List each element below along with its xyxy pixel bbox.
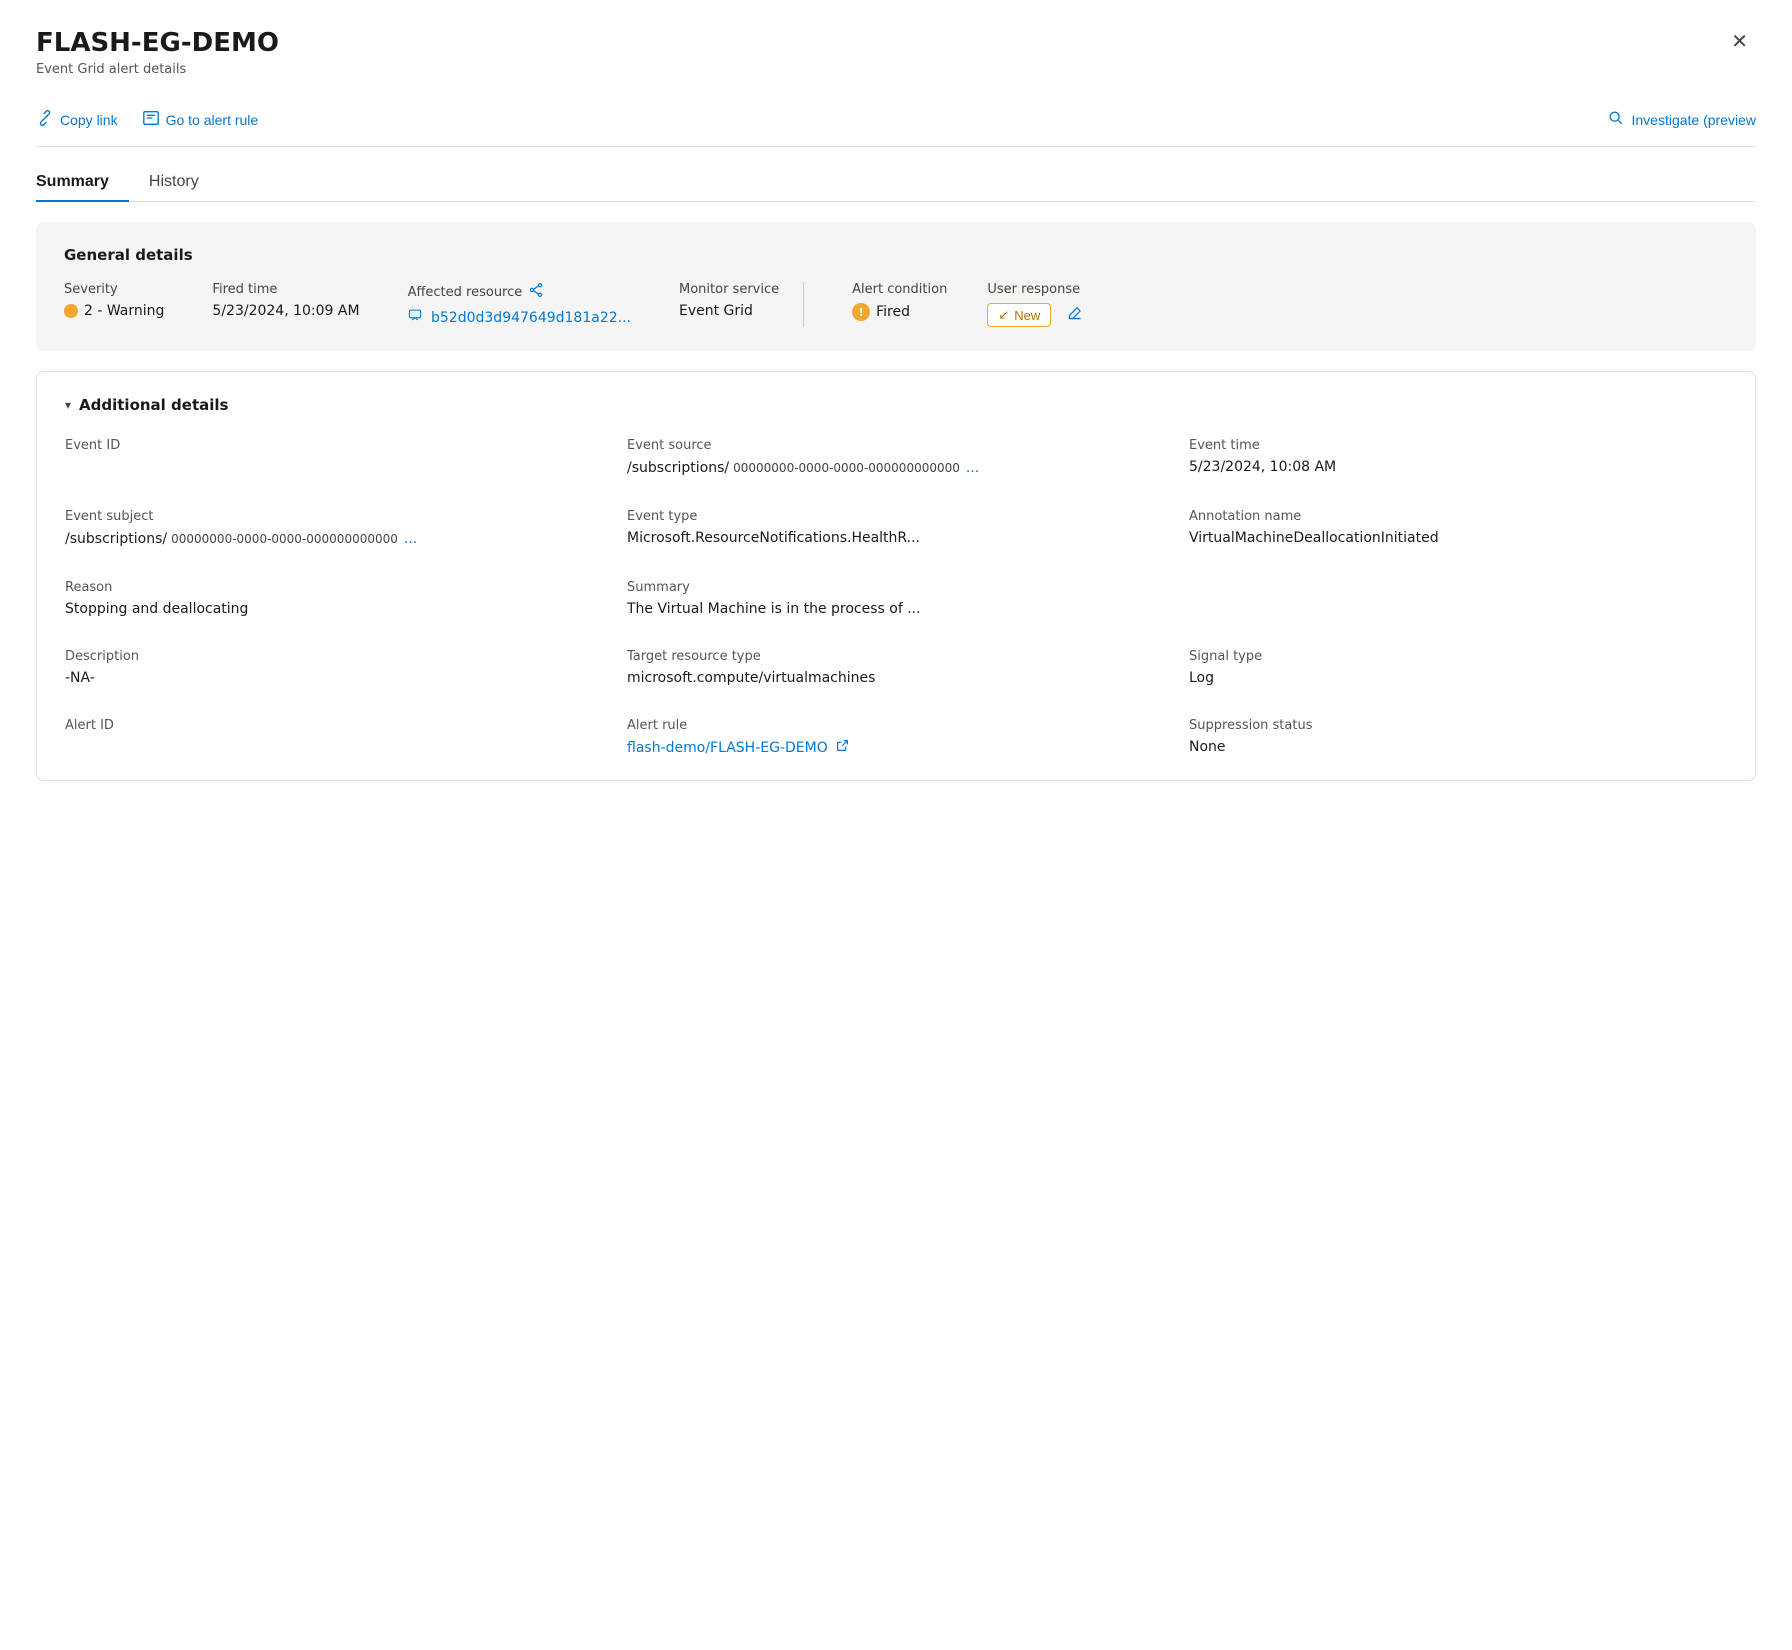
event-source-item: Event source /subscriptions/ 00000000-00…	[627, 438, 1165, 477]
annotation-name-label: Annotation name	[1189, 509, 1727, 524]
alert-condition-label: Alert condition	[852, 282, 947, 297]
panel-title: FLASH-EG-DEMO	[36, 28, 279, 59]
event-subject-ellipsis-button[interactable]: ...	[402, 530, 419, 548]
general-details-card: General details Severity 2 - Warning Fir…	[36, 222, 1756, 351]
investigate-button[interactable]: Investigate (preview	[1607, 105, 1756, 134]
user-response-value: ↙ New	[987, 303, 1083, 327]
alert-rule-label: Alert rule	[627, 718, 1165, 733]
event-type-label: Event type	[627, 509, 1165, 524]
event-subject-value: /subscriptions/00000000-0000-0000-000000…	[65, 530, 603, 548]
details-grid: Event ID Event source /subscriptions/ 00…	[65, 438, 1727, 756]
additional-details-title: Additional details	[79, 396, 228, 414]
severity-label: Severity	[64, 282, 164, 297]
edit-user-response-button[interactable]	[1067, 305, 1083, 326]
empty-spacer	[1189, 580, 1727, 617]
user-response-label: User response	[987, 282, 1083, 297]
column-divider	[803, 282, 804, 327]
additional-details-card: ▾ Additional details Event ID Event sour…	[36, 371, 1756, 781]
summary-field-value: The Virtual Machine is in the process of…	[627, 601, 1165, 617]
share-icon	[528, 282, 544, 302]
suppression-status-value: None	[1189, 739, 1727, 755]
general-details-columns: Severity 2 - Warning Fired time 5/23/202…	[64, 282, 1728, 327]
severity-value: 2 - Warning	[64, 303, 164, 319]
suppression-status-label: Suppression status	[1189, 718, 1727, 733]
alert-panel: FLASH-EG-DEMO Event Grid alert details ✕…	[0, 0, 1792, 809]
event-time-item: Event time 5/23/2024, 10:08 AM	[1189, 438, 1727, 477]
resource-chat-icon	[408, 310, 426, 326]
monitor-service-label: Monitor service	[679, 282, 779, 297]
target-resource-type-item: Target resource type microsoft.compute/v…	[627, 649, 1165, 686]
reason-item: Reason Stopping and deallocating	[65, 580, 603, 617]
link-icon	[36, 109, 54, 130]
close-button[interactable]: ✕	[1723, 28, 1756, 56]
event-time-value: 5/23/2024, 10:08 AM	[1189, 459, 1727, 475]
description-value: -NA-	[65, 670, 603, 686]
tab-history[interactable]: History	[149, 163, 219, 201]
additional-details-header: ▾ Additional details	[65, 396, 1727, 414]
alert-rule-item: Alert rule flash-demo/FLASH-EG-DEMO	[627, 718, 1165, 756]
description-label: Description	[65, 649, 603, 664]
fired-time-column: Fired time 5/23/2024, 10:09 AM	[212, 282, 359, 319]
event-subject-item: Event subject /subscriptions/00000000-00…	[65, 509, 603, 548]
event-type-value: Microsoft.ResourceNotifications.HealthR.…	[627, 530, 1165, 546]
new-arrow-icon: ↙	[998, 307, 1009, 323]
panel-title-group: FLASH-EG-DEMO Event Grid alert details	[36, 28, 279, 77]
go-to-alert-rule-label: Go to alert rule	[166, 112, 259, 128]
signal-type-label: Signal type	[1189, 649, 1727, 664]
severity-column: Severity 2 - Warning	[64, 282, 164, 319]
alert-condition-column: Alert condition ! Fired	[852, 282, 947, 321]
panel-header: FLASH-EG-DEMO Event Grid alert details ✕	[36, 28, 1756, 77]
target-resource-type-value: microsoft.compute/virtualmachines	[627, 670, 1165, 686]
affected-resource-column: Affected resource	[408, 282, 631, 326]
chevron-down-icon: ▾	[65, 398, 71, 412]
affected-resource-label: Affected resource	[408, 282, 631, 302]
event-subject-label: Event subject	[65, 509, 603, 524]
signal-type-value: Log	[1189, 670, 1727, 686]
go-to-alert-rule-button[interactable]: Go to alert rule	[142, 105, 259, 134]
event-source-label: Event source	[627, 438, 1165, 453]
summary-field-item: Summary The Virtual Machine is in the pr…	[627, 580, 1165, 617]
new-badge-button[interactable]: ↙ New	[987, 303, 1051, 327]
general-details-title: General details	[64, 246, 1728, 264]
reason-value: Stopping and deallocating	[65, 601, 603, 617]
alert-condition-value: ! Fired	[852, 303, 947, 321]
signal-type-item: Signal type Log	[1189, 649, 1727, 686]
fired-time-label: Fired time	[212, 282, 359, 297]
annotation-name-item: Annotation name VirtualMachineDeallocati…	[1189, 509, 1727, 548]
alert-id-label: Alert ID	[65, 718, 603, 733]
severity-dot	[64, 304, 78, 318]
target-resource-type-label: Target resource type	[627, 649, 1165, 664]
event-source-value: /subscriptions/ 00000000-0000-0000-00000…	[627, 459, 1165, 477]
alert-rule-value[interactable]: flash-demo/FLASH-EG-DEMO	[627, 739, 1165, 756]
search-icon	[1607, 109, 1625, 130]
event-id-item: Event ID	[65, 438, 603, 477]
event-type-item: Event type Microsoft.ResourceNotificatio…	[627, 509, 1165, 548]
alert-id-item: Alert ID	[65, 718, 603, 756]
annotation-name-value: VirtualMachineDeallocationInitiated	[1189, 530, 1727, 546]
copy-link-button[interactable]: Copy link	[36, 105, 118, 134]
suppression-status-item: Suppression status None	[1189, 718, 1727, 756]
affected-resource-value[interactable]: b52d0d3d947649d181a22...	[408, 308, 631, 326]
monitor-service-value: Event Grid	[679, 303, 779, 319]
tabs-bar: Summary History	[36, 163, 1756, 202]
tab-summary[interactable]: Summary	[36, 163, 129, 201]
fired-time-value: 5/23/2024, 10:09 AM	[212, 303, 359, 319]
external-link-icon	[836, 739, 849, 756]
copy-link-label: Copy link	[60, 112, 118, 128]
warning-icon: !	[852, 303, 870, 321]
description-item: Description -NA-	[65, 649, 603, 686]
user-response-column: User response ↙ New	[987, 282, 1083, 327]
reason-label: Reason	[65, 580, 603, 595]
event-id-label: Event ID	[65, 438, 603, 453]
monitor-service-column: Monitor service Event Grid	[679, 282, 779, 319]
panel-subtitle: Event Grid alert details	[36, 62, 279, 77]
event-time-label: Event time	[1189, 438, 1727, 453]
alert-rule-icon	[142, 109, 160, 130]
investigate-label: Investigate (preview	[1631, 112, 1756, 128]
toolbar: Copy link Go to alert rule Investigate (…	[36, 93, 1756, 147]
summary-field-label: Summary	[627, 580, 1165, 595]
event-source-ellipsis-button[interactable]: ...	[964, 459, 981, 477]
